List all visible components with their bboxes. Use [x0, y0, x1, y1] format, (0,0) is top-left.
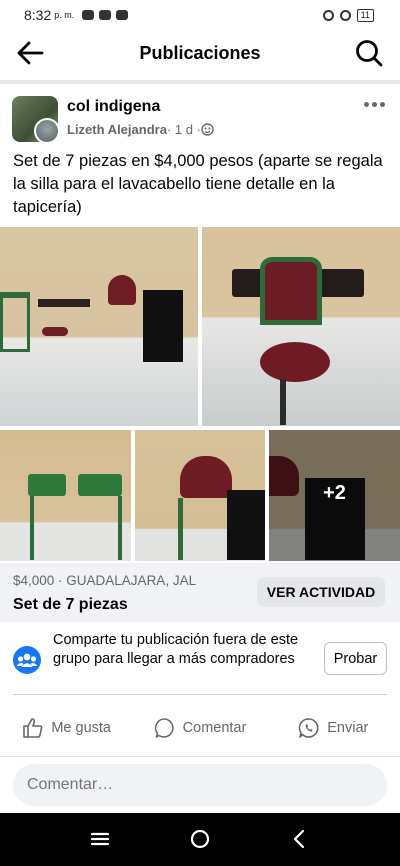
photo-5-more[interactable]: +2: [269, 430, 400, 561]
nav-menu-icon[interactable]: [88, 827, 112, 851]
post-text: Set de 7 piezas en $4,000 pesos (aparte …: [13, 152, 383, 216]
post-header: col indigena Lizeth Alejandra · 1 d ·: [12, 96, 388, 144]
send-label: Enviar: [327, 720, 369, 736]
listing-title: Set de 7 piezas: [13, 596, 128, 613]
globe-privacy-icon: [201, 123, 214, 136]
alarm-icon: [322, 9, 334, 21]
view-activity-button[interactable]: VER ACTIVIDAD: [257, 577, 385, 607]
send-button[interactable]: Enviar: [267, 708, 400, 748]
photo-1[interactable]: [0, 227, 198, 426]
app-header: Publicaciones: [0, 30, 400, 76]
battery-icon: 11: [356, 8, 374, 22]
like-label: Me gusta: [51, 720, 111, 736]
search-icon[interactable]: [354, 38, 384, 68]
author-avatar[interactable]: [34, 118, 60, 144]
status-bar: 8:32 p. m. 11: [0, 0, 400, 30]
group-share-icon: [13, 646, 41, 674]
share-promo-text: Comparte tu publicación fuera de este gr…: [53, 632, 299, 667]
group-avatar[interactable]: [12, 96, 60, 144]
author-name[interactable]: Lizeth Alejandra: [67, 122, 167, 137]
status-time: 8:32: [24, 7, 52, 23]
status-ampm: p. m.: [54, 10, 75, 20]
photo-2[interactable]: [202, 227, 400, 426]
listing-price-location: $4,000 · GUADALAJARA, JAL: [13, 573, 197, 588]
header-divider: [0, 80, 400, 84]
listing-summary: $4,000 · GUADALAJARA, JAL Set de 7 pieza…: [0, 563, 400, 622]
page-title: Publicaciones: [139, 42, 261, 63]
comment-button[interactable]: Comentar: [133, 708, 266, 748]
try-button[interactable]: Probar: [324, 642, 387, 675]
comment-input[interactable]: [13, 764, 387, 806]
like-button[interactable]: Me gusta: [0, 708, 133, 748]
post-meta: Lizeth Alejandra · 1 d ·: [67, 122, 214, 137]
back-arrow-icon[interactable]: [14, 38, 46, 68]
share-promo: Comparte tu publicación fuera de este gr…: [0, 622, 400, 694]
post-actions: Me gusta Comentar Enviar: [0, 708, 400, 748]
like-icon: [23, 718, 43, 738]
whatsapp-icon: [298, 718, 319, 738]
notification-icons: [82, 10, 129, 20]
nav-home-icon[interactable]: [188, 827, 212, 851]
photo-3[interactable]: [0, 430, 131, 561]
more-options-icon[interactable]: [364, 98, 388, 110]
wifi-icon: [339, 9, 351, 21]
post-time: · 1 d ·: [166, 122, 201, 137]
comment-divider: [0, 756, 400, 757]
system-nav-bar: [0, 813, 400, 866]
comment-icon: [154, 718, 174, 738]
more-photos-count: +2: [323, 482, 346, 504]
nav-back-icon[interactable]: [288, 827, 312, 851]
comment-label: Comentar: [182, 720, 247, 736]
actions-divider: [13, 694, 387, 695]
group-name[interactable]: col indigena: [67, 98, 160, 116]
photo-4[interactable]: [135, 430, 265, 561]
